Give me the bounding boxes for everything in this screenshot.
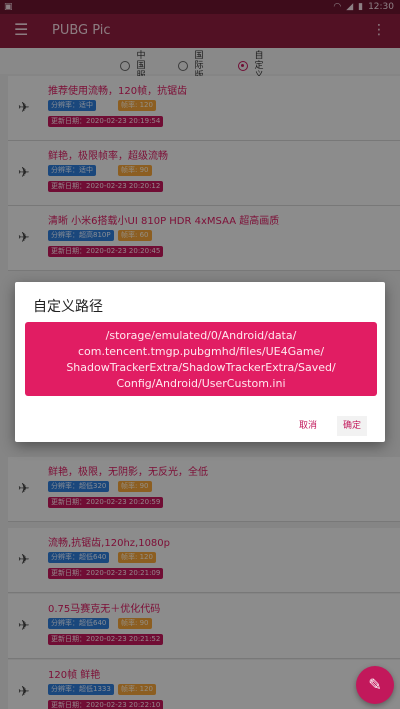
path-text[interactable]: /storage/emulated/0/Android/data/ com.te… bbox=[33, 328, 369, 392]
app-screen: ▣ ◠ ◢ ▮ 12:30 ☰ PUBG Pic ⋮ 中国服 国际版 自定义 ✈… bbox=[0, 0, 400, 709]
edit-fab-button[interactable]: ✎ bbox=[356, 666, 394, 704]
ok-button[interactable]: 确定 bbox=[337, 416, 367, 436]
edit-icon: ✎ bbox=[368, 675, 382, 694]
custom-path-dialog: 自定义路径 /storage/emulated/0/Android/data/ … bbox=[15, 282, 385, 442]
dialog-title: 自定义路径 bbox=[33, 299, 103, 315]
cancel-button[interactable]: 取消 bbox=[293, 416, 323, 436]
path-input[interactable]: /storage/emulated/0/Android/data/ com.te… bbox=[25, 322, 377, 396]
